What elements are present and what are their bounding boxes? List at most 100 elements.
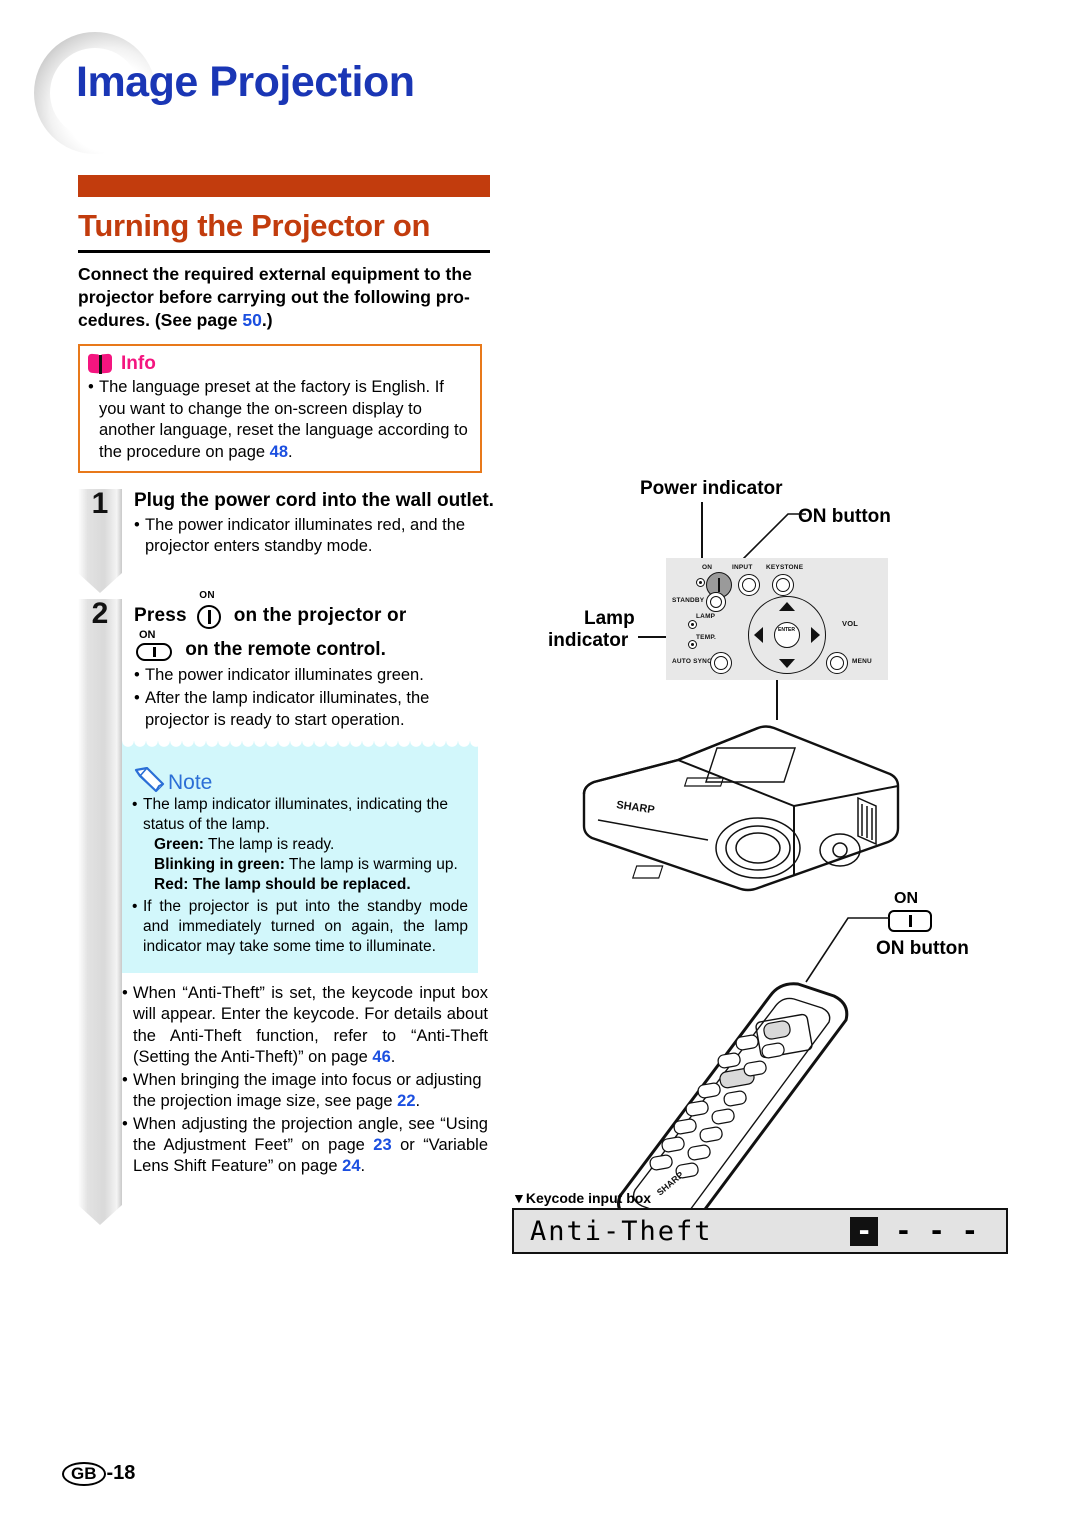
note-bullet-2: • If the projector is put into the stand… — [132, 897, 468, 956]
keycode-slot-1[interactable]: - — [849, 1216, 879, 1246]
tail-3-part3: . — [360, 1157, 366, 1176]
info-box: Info • The language preset at the factor… — [78, 344, 482, 474]
panel-label-lamp: LAMP — [696, 613, 716, 620]
note-box: Note • The lamp indicator illuminates, i… — [122, 741, 478, 973]
note-status-red: Red: The lamp should be replaced. — [154, 876, 411, 894]
menu-button[interactable] — [826, 652, 848, 674]
keycode-input-box[interactable]: Anti-Theft - - - - — [512, 1208, 1008, 1254]
control-panel-diagram: ON INPUT KEYSTONE STANDBY LAMP TEMP. AUT… — [666, 558, 888, 680]
keycode-slot-3[interactable]: - — [928, 1218, 944, 1245]
bullet-marker: • — [88, 378, 94, 397]
tail-1-part2: . — [390, 1048, 396, 1067]
info-box-header: Info — [88, 351, 474, 377]
step-2-bullet-2: • After the lamp indicator illuminates, … — [134, 688, 494, 731]
dpad-up-arrow[interactable] — [779, 602, 795, 611]
step-1: 1 Plug the power cord into the wall outl… — [78, 487, 494, 589]
keycode-slot-2[interactable]: - — [895, 1218, 911, 1245]
note-box-label: Note — [168, 771, 213, 795]
step-2: 2 Press ON on the projector or ON on the… — [78, 590, 494, 1206]
info-box-label: Info — [121, 353, 156, 375]
panel-label-input: INPUT — [732, 564, 753, 571]
dpad-down-arrow[interactable] — [779, 659, 795, 668]
power-indicator-led — [696, 578, 705, 587]
step-2-heading-line2: ON on the remote control. — [134, 629, 494, 663]
page-footer: GB -18 — [62, 1462, 135, 1486]
section-color-bar — [78, 175, 490, 197]
input-button[interactable] — [738, 574, 760, 596]
bullet-marker: • — [134, 515, 140, 534]
temp-indicator-led — [688, 640, 697, 649]
callout-on-button-panel: ON button — [798, 506, 891, 527]
step-2-bullet-1-text: The power indicator illuminates green. — [145, 666, 424, 685]
tail-bullet-2-text: When bringing the image into focus or ad… — [133, 1070, 488, 1113]
keycode-slots: - - - - — [849, 1216, 978, 1246]
step-1-heading: Plug the power cord into the wall outlet… — [134, 490, 494, 512]
tail-bullet-1: • When “Anti-Theft” is set, the keycode … — [122, 983, 488, 1069]
tail-bullet-3-text: When adjusting the projection angle, see… — [133, 1114, 488, 1178]
document-page: Image Projection Turning the Projector o… — [0, 0, 1080, 1523]
note-box-scallop-edge — [122, 741, 478, 753]
tail-2-part1: When bringing the image into focus or ad… — [133, 1070, 482, 1111]
step-2-heading-mid: on the projector or — [233, 605, 407, 627]
bullet-marker: • — [122, 983, 128, 1002]
pencil-icon — [132, 767, 166, 793]
page-number: -18 — [106, 1462, 136, 1485]
panel-label-menu: MENU — [852, 658, 872, 665]
enter-button[interactable] — [774, 622, 800, 648]
step-2-heading: Press ON on the projector or — [134, 590, 494, 630]
bullet-marker: • — [134, 666, 140, 685]
status-green-label: Green: — [154, 836, 204, 853]
step-2-heading-pre: Press — [134, 605, 187, 627]
step-2-bullet-1: • The power indicator illuminates green. — [134, 665, 494, 686]
step-2-ribbon — [78, 599, 122, 1206]
bullet-marker: • — [134, 689, 140, 708]
standby-button[interactable] — [706, 592, 726, 612]
panel-label-keystone: KEYSTONE — [766, 564, 804, 571]
bullet-marker: • — [122, 1070, 128, 1089]
tail-1-part1: When “Anti-Theft” is set, the keycode in… — [133, 983, 488, 1067]
step-2-heading-post: on the remote control. — [185, 639, 386, 661]
bullet-marker: • — [132, 898, 138, 916]
note-bullet-2-text: If the projector is put into the standby… — [143, 898, 468, 956]
dpad-left-arrow[interactable] — [754, 627, 763, 643]
callout-power-indicator: Power indicator — [640, 478, 783, 499]
on-icon-label-2: ON — [139, 629, 156, 642]
directional-pad[interactable]: ENTER — [748, 596, 826, 674]
lead-text-part1: Connect the required external equipment … — [78, 264, 472, 331]
region-badge: GB — [62, 1462, 106, 1486]
on-button-remote-icon: ON — [134, 629, 176, 663]
section-lead-text: Connect the required external equipment … — [78, 263, 490, 332]
keycode-box-title: Anti-Theft — [530, 1215, 713, 1247]
lead-page-ref: 50 — [242, 310, 262, 331]
tail-bullet-3: • When adjusting the projection angle, s… — [122, 1114, 488, 1178]
leader-line-power — [701, 502, 703, 566]
panel-label-temp: TEMP. — [696, 634, 717, 641]
keystone-button[interactable] — [772, 574, 794, 596]
keycode-box-caption: ▼Keycode input box — [512, 1190, 652, 1206]
trailing-bullet-list: • When “Anti-Theft” is set, the keycode … — [122, 983, 488, 1178]
enter-label: ENTER — [778, 627, 795, 633]
step-2-bullet-2-text: After the lamp indicator illuminates, th… — [145, 689, 430, 729]
dpad-right-arrow[interactable] — [811, 627, 820, 643]
page-title: Image Projection — [76, 58, 415, 106]
callout-lamp-indicator-line2: indicator — [548, 630, 629, 651]
bullet-marker: • — [122, 1114, 128, 1133]
book-icon — [88, 353, 114, 375]
auto-sync-button[interactable] — [710, 652, 732, 674]
tail-3-page-ref-2: 24 — [342, 1157, 361, 1176]
tail-2-part2: . — [415, 1092, 421, 1111]
tail-3-page-ref: 23 — [373, 1135, 392, 1154]
tail-bullet-2: • When bringing the image into focus or … — [122, 1070, 488, 1113]
panel-label-vol: VOL — [842, 619, 859, 628]
keycode-slot-4[interactable]: - — [962, 1218, 978, 1245]
status-blink-text: The lamp is warming up. — [284, 856, 458, 874]
step-1-bullet-text: The power indicator illuminates red, and… — [145, 515, 466, 556]
panel-label-on: ON — [702, 564, 713, 571]
bullet-marker: • — [132, 796, 138, 814]
on-icon-label: ON — [199, 590, 215, 602]
info-bullet-page-ref: 48 — [269, 442, 288, 461]
lead-text-part2: .) — [261, 310, 273, 331]
tail-bullet-1-text: When “Anti-Theft” is set, the keycode in… — [133, 983, 488, 1069]
note-status-blinking: Blinking in green: The lamp is warming u… — [154, 855, 468, 875]
left-content-column: Turning the Projector on Connect the req… — [78, 175, 494, 1206]
